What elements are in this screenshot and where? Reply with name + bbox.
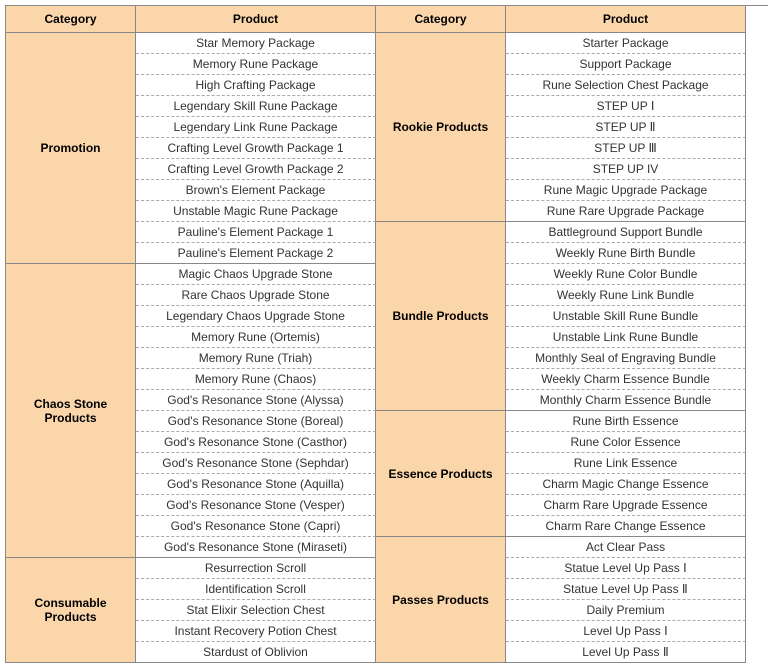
- product-cell: Level Up Pass Ⅱ: [506, 642, 746, 663]
- product-cell: Pauline's Element Package 2: [136, 243, 376, 264]
- product-cell: Starter Package: [506, 33, 746, 54]
- cat-chaos: Chaos Stone Products: [6, 264, 136, 558]
- product-cell: Battleground Support Bundle: [506, 222, 746, 243]
- product-cell: God's Resonance Stone (Alyssa): [136, 390, 376, 411]
- header-product-right: Product: [506, 6, 746, 33]
- product-cell: Brown's Element Package: [136, 180, 376, 201]
- product-cell: Rune Color Essence: [506, 432, 746, 453]
- product-cell: Identification Scroll: [136, 579, 376, 600]
- header-product-left: Product: [136, 6, 376, 33]
- product-cell: Level Up Pass Ⅰ: [506, 621, 746, 642]
- product-cell: STEP UP Ⅰ: [506, 96, 746, 117]
- product-cell: Memory Rune Package: [136, 54, 376, 75]
- product-cell: Instant Recovery Potion Chest: [136, 621, 376, 642]
- product-cell: Weekly Charm Essence Bundle: [506, 369, 746, 390]
- cat-passes: Passes Products: [376, 537, 506, 663]
- product-cell: Unstable Link Rune Bundle: [506, 327, 746, 348]
- product-cell: Memory Rune (Ortemis): [136, 327, 376, 348]
- product-cell: Unstable Magic Rune Package: [136, 201, 376, 222]
- product-cell: God's Resonance Stone (Miraseti): [136, 537, 376, 558]
- product-cell: God's Resonance Stone (Casthor): [136, 432, 376, 453]
- product-cell: Rune Rare Upgrade Package: [506, 201, 746, 222]
- product-cell: Legendary Skill Rune Package: [136, 96, 376, 117]
- product-cell: Daily Premium: [506, 600, 746, 621]
- product-cell: Charm Rare Change Essence: [506, 516, 746, 537]
- product-cell: God's Resonance Stone (Sephdar): [136, 453, 376, 474]
- product-cell: Crafting Level Growth Package 2: [136, 159, 376, 180]
- product-cell: STEP UP IV: [506, 159, 746, 180]
- product-cell: Charm Magic Change Essence: [506, 474, 746, 495]
- cat-bundle: Bundle Products: [376, 222, 506, 411]
- product-cell: Statue Level Up Pass Ⅱ: [506, 579, 746, 600]
- product-cell: High Crafting Package: [136, 75, 376, 96]
- product-cell: Rare Chaos Upgrade Stone: [136, 285, 376, 306]
- product-cell: Memory Rune (Chaos): [136, 369, 376, 390]
- product-cell: Support Package: [506, 54, 746, 75]
- product-cell: Weekly Rune Color Bundle: [506, 264, 746, 285]
- product-cell: Pauline's Element Package 1: [136, 222, 376, 243]
- header-category-left: Category: [6, 6, 136, 33]
- product-cell: Rune Link Essence: [506, 453, 746, 474]
- cat-promotion: Promotion: [6, 33, 136, 264]
- cat-essence: Essence Products: [376, 411, 506, 537]
- product-cell: Resurrection Scroll: [136, 558, 376, 579]
- product-cell: Rune Selection Chest Package: [506, 75, 746, 96]
- product-cell: Memory Rune (Triah): [136, 348, 376, 369]
- product-cell: Star Memory Package: [136, 33, 376, 54]
- product-cell: God's Resonance Stone (Aquilla): [136, 474, 376, 495]
- product-cell: Crafting Level Growth Package 1: [136, 138, 376, 159]
- product-cell: Magic Chaos Upgrade Stone: [136, 264, 376, 285]
- product-cell: Rune Magic Upgrade Package: [506, 180, 746, 201]
- product-cell: Legendary Chaos Upgrade Stone: [136, 306, 376, 327]
- product-cell: Statue Level Up Pass Ⅰ: [506, 558, 746, 579]
- product-cell: Rune Birth Essence: [506, 411, 746, 432]
- product-cell: Stardust of Oblivion: [136, 642, 376, 663]
- product-cell: God's Resonance Stone (Vesper): [136, 495, 376, 516]
- product-cell: Monthly Seal of Engraving Bundle: [506, 348, 746, 369]
- product-cell: Charm Rare Upgrade Essence: [506, 495, 746, 516]
- product-cell: Legendary Link Rune Package: [136, 117, 376, 138]
- cat-rookie: Rookie Products: [376, 33, 506, 222]
- product-table: Category Product Category Product Promot…: [5, 5, 768, 663]
- cat-consumable: Consumable Products: [6, 558, 136, 663]
- header-category-right: Category: [376, 6, 506, 33]
- product-cell: Act Clear Pass: [506, 537, 746, 558]
- product-cell: Monthly Charm Essence Bundle: [506, 390, 746, 411]
- product-cell: Weekly Rune Birth Bundle: [506, 243, 746, 264]
- product-cell: STEP UP Ⅲ: [506, 138, 746, 159]
- product-cell: God's Resonance Stone (Boreal): [136, 411, 376, 432]
- product-cell: Stat Elixir Selection Chest: [136, 600, 376, 621]
- product-cell: STEP UP Ⅱ: [506, 117, 746, 138]
- product-cell: Weekly Rune Link Bundle: [506, 285, 746, 306]
- product-cell: Unstable Skill Rune Bundle: [506, 306, 746, 327]
- product-cell: God's Resonance Stone (Capri): [136, 516, 376, 537]
